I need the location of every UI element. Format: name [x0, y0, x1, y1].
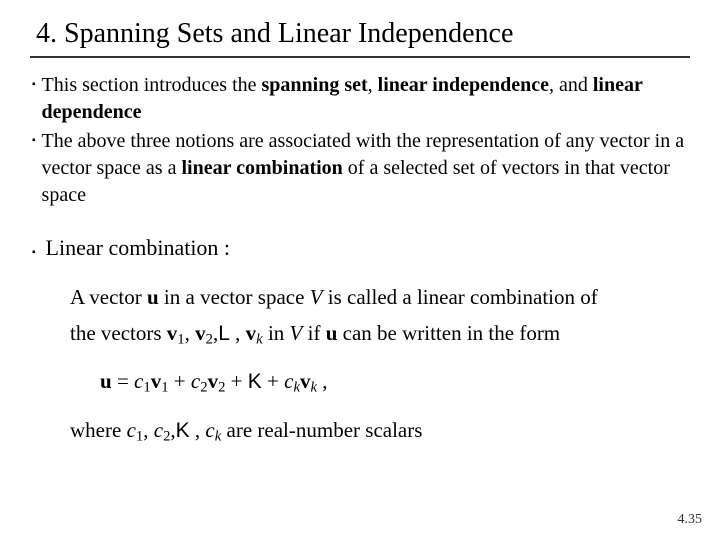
scalar: c	[134, 369, 143, 393]
where-line: where c1, c2,K , ck are real-number scal…	[70, 413, 690, 450]
text: ,	[230, 321, 246, 345]
equation: u = c1v1 + c2v2 + K + ckvk ,	[100, 364, 690, 401]
text: are real-number scalars	[221, 418, 422, 442]
bullet-text: This section introduces the spanning set…	[42, 72, 690, 126]
term: linear independence	[378, 74, 549, 96]
linear-combination-heading: ▪ Linear combination :	[32, 235, 690, 266]
plus: +	[225, 369, 247, 393]
sub: 1	[161, 380, 168, 396]
page-number: 4.35	[678, 512, 703, 528]
page-title: 4. Spanning Sets and Linear Independence	[36, 18, 690, 50]
plus: +	[169, 369, 191, 393]
scalar: c	[127, 418, 136, 442]
vector-u: u	[147, 285, 159, 309]
bullet-text: The above three notions are associated w…	[42, 128, 690, 209]
text: where	[70, 418, 127, 442]
definition-line: the vectors v1, v2,L , vk in V if u can …	[70, 316, 690, 353]
scalar: c	[154, 418, 163, 442]
text: ,	[185, 321, 196, 345]
vector-u: u	[100, 369, 112, 393]
text: is called a linear combination of	[323, 285, 598, 309]
list-item: ▪ This section introduces the spanning s…	[32, 72, 690, 126]
bullet-icon: ▪	[32, 240, 36, 266]
ellipsis: K	[248, 370, 262, 393]
text: the vectors	[70, 321, 167, 345]
text: in	[263, 321, 290, 345]
bullet-list: ▪ This section introduces the spanning s…	[32, 72, 690, 209]
vector: v	[246, 321, 257, 345]
title-underline	[30, 56, 690, 58]
text: , and	[549, 74, 593, 96]
ellipsis: K	[176, 419, 190, 442]
sub: 1	[177, 331, 184, 347]
space-v: V	[290, 321, 303, 345]
vector-u: u	[326, 321, 338, 345]
text: ,	[317, 369, 328, 393]
scalar: c	[205, 418, 214, 442]
text: This section introduces the	[42, 74, 262, 96]
list-item: ▪ The above three notions are associated…	[32, 128, 690, 209]
plus: +	[262, 369, 284, 393]
sub: 1	[143, 380, 150, 396]
sub: 2	[206, 331, 213, 347]
vector: v	[167, 321, 178, 345]
vector: v	[208, 369, 219, 393]
bullet-icon: ▪	[32, 72, 36, 126]
heading-text: Linear combination :	[46, 235, 231, 261]
equals: =	[112, 369, 134, 393]
slide: 4. Spanning Sets and Linear Independence…	[0, 0, 720, 540]
definition-block: A vector u in a vector space V is called…	[70, 280, 690, 450]
term: spanning set	[262, 74, 368, 96]
term: linear combination	[181, 157, 342, 179]
space-v: V	[310, 285, 323, 309]
text: A vector	[70, 285, 147, 309]
text: if	[302, 321, 325, 345]
ellipsis: L	[218, 322, 230, 345]
vector: v	[195, 321, 206, 345]
text: ,	[368, 74, 378, 96]
scalar: c	[191, 369, 200, 393]
text: in a vector space	[159, 285, 310, 309]
definition-line: A vector u in a vector space V is called…	[70, 280, 690, 316]
sub: 2	[200, 380, 207, 396]
text: ,	[190, 418, 206, 442]
vector: v	[151, 369, 162, 393]
vector: v	[300, 369, 311, 393]
bullet-icon: ▪	[32, 128, 36, 209]
text: can be written in the form	[337, 321, 560, 345]
text: ,	[143, 418, 154, 442]
